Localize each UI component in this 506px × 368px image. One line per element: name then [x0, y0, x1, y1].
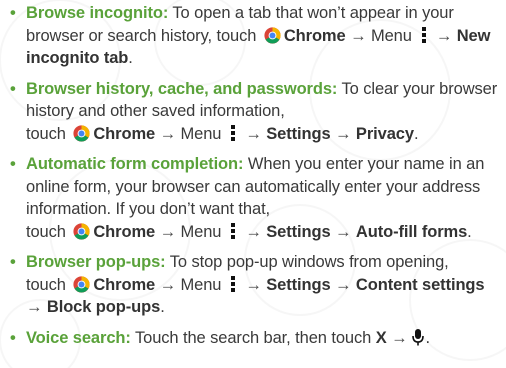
- list-item-browser-history: • Browser history, cache, and passwords:…: [0, 78, 506, 146]
- menu-icon: [231, 222, 236, 239]
- chrome-label: Chrome: [93, 275, 156, 294]
- chrome-icon: [73, 222, 90, 240]
- item-destination: Auto-fill forms: [355, 222, 468, 241]
- arrow: →: [335, 275, 352, 294]
- menu-icon: [231, 275, 236, 292]
- item-destination: Block pop-ups: [46, 298, 161, 316]
- arrow: →: [350, 26, 367, 45]
- mic-icon: [412, 328, 425, 345]
- item-title: Voice search:: [26, 328, 131, 347]
- arrow: →: [26, 298, 43, 316]
- period: .: [425, 328, 430, 347]
- item-title: Automatic form completion:: [26, 155, 244, 173]
- chrome-icon: [73, 275, 90, 293]
- arrow: →: [335, 124, 352, 143]
- item-title: Browser pop-ups:: [26, 253, 166, 271]
- arrow: →: [159, 222, 177, 241]
- menu-label: Menu: [180, 275, 222, 294]
- settings-label: Settings: [266, 222, 331, 241]
- menu-label: Menu: [370, 26, 412, 45]
- bullet: •: [10, 328, 16, 347]
- bullet: •: [10, 79, 16, 98]
- bullet: •: [10, 4, 16, 22]
- menu-icon: [421, 26, 426, 43]
- arrow: →: [245, 124, 262, 143]
- list-item-popups: • Browser pop-ups: To stop pop-up window…: [0, 251, 506, 319]
- x-label: X: [375, 328, 387, 347]
- menu-label: Menu: [180, 124, 222, 143]
- period: .: [128, 49, 133, 67]
- arrow: →: [335, 222, 352, 241]
- content-settings-label: Content settings: [355, 275, 485, 294]
- chrome-icon: [73, 124, 90, 142]
- item-title: Browse incognito:: [26, 4, 169, 22]
- bullet-list: • Browse incognito: To open a tab that w…: [0, 0, 506, 349]
- item-title: Browser history, cache, and passwords:: [26, 79, 338, 98]
- chrome-label: Chrome: [93, 222, 156, 241]
- arrow: →: [159, 275, 177, 294]
- touch-text: touch: [26, 275, 66, 294]
- period: .: [160, 298, 165, 316]
- arrow: →: [391, 328, 408, 347]
- touch-text: touch: [26, 222, 66, 241]
- arrow: →: [245, 222, 262, 241]
- chrome-label: Chrome: [283, 26, 346, 45]
- settings-label: Settings: [266, 275, 331, 294]
- arrow: →: [245, 275, 262, 294]
- settings-label: Settings: [266, 124, 331, 143]
- bullet: •: [10, 253, 16, 271]
- bullet: •: [10, 155, 16, 173]
- chrome-icon: [264, 26, 281, 44]
- arrow: →: [159, 124, 177, 143]
- period: .: [467, 222, 472, 241]
- list-item-browse-incognito: • Browse incognito: To open a tab that w…: [0, 2, 506, 70]
- item-text: To stop pop-up windows from opening,: [165, 253, 449, 271]
- menu-icon: [231, 124, 236, 141]
- arrow: →: [435, 26, 453, 45]
- list-item-voice-search: • Voice search: Touch the search bar, th…: [0, 327, 506, 350]
- period: .: [413, 124, 419, 143]
- item-destination: Privacy: [355, 124, 414, 143]
- menu-label: Menu: [180, 222, 222, 241]
- touch-text: touch: [26, 124, 66, 143]
- chrome-label: Chrome: [93, 124, 156, 143]
- item-text: Touch the search bar, then touch: [130, 328, 372, 347]
- list-item-form-completion: • Automatic form completion: When you en…: [0, 153, 506, 243]
